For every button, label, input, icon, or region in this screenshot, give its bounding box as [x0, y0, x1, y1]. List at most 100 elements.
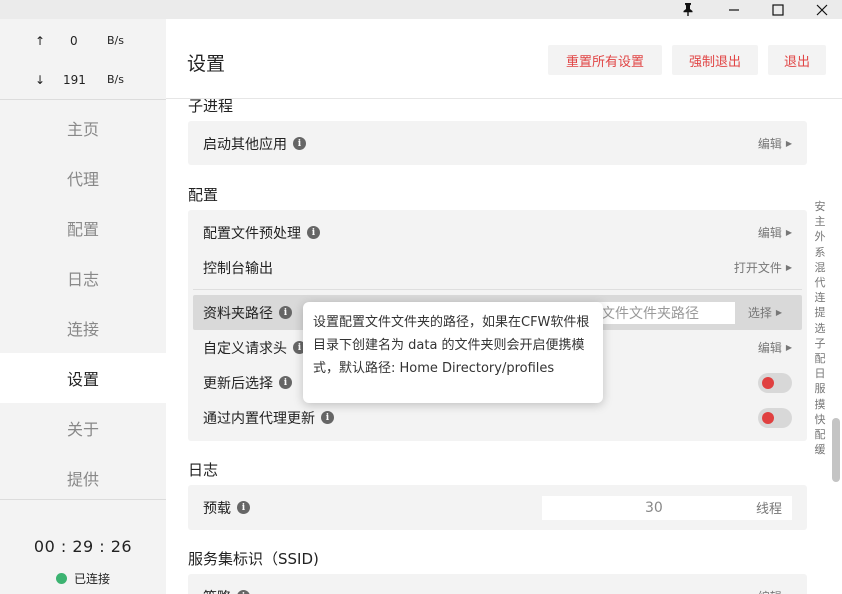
sidebar: ↑ 0 B/s ↓ 191 B/s 主页 代理 配置 日志 连接 设置 关于 提…: [0, 19, 166, 594]
ruler-index-item[interactable]: 配: [815, 351, 826, 366]
close-icon[interactable]: [802, 0, 842, 19]
setting-label: 预载: [203, 500, 231, 517]
sidebar-item-providers[interactable]: 提供: [0, 453, 166, 503]
ruler-index-item[interactable]: 主: [815, 214, 826, 229]
section-index-ruler: 安主外系混代连提选子配日服摸快配缓: [810, 199, 830, 457]
toggle-knob: [762, 376, 774, 389]
setting-label: 自定义请求头: [203, 340, 287, 357]
edit-label: 编辑: [757, 137, 782, 151]
sidebar-item-proxies[interactable]: 代理: [0, 153, 166, 203]
tooltip-text: 设置配置文件文件夹的路径，如果在CFW软件根目录下创建名为 data 的文件夹则…: [313, 315, 590, 376]
info-icon[interactable]: i: [279, 306, 292, 319]
scrollbar-thumb[interactable]: [832, 418, 840, 482]
ruler-index-item[interactable]: 子: [815, 336, 826, 351]
section-title-ssid: 服务集标识（SSID): [188, 550, 319, 568]
edit-label: 编辑: [757, 226, 782, 240]
ruler-index-item[interactable]: 快: [815, 412, 826, 427]
ruler-index-item[interactable]: 连: [815, 290, 826, 305]
ruler-index-item[interactable]: 混: [815, 260, 826, 275]
ruler-index-item[interactable]: 摸: [815, 397, 826, 412]
caret-right-icon: ▶: [785, 343, 792, 352]
edit-label: 编辑: [758, 588, 782, 594]
quit-button[interactable]: 退出: [768, 45, 826, 75]
connection-status: 已连接: [0, 570, 166, 587]
sidebar-item-connections[interactable]: 连接: [0, 303, 166, 353]
preload-threads-input[interactable]: 30 线程: [542, 495, 792, 520]
open-file-label: 打开文件: [733, 261, 782, 275]
upload-value: 0: [70, 34, 78, 48]
edit-label: 编辑: [757, 341, 782, 355]
sidebar-item-label: 主页: [66, 120, 99, 139]
setting-label: 启动其他应用: [203, 136, 287, 153]
ruler-index-item[interactable]: 代: [815, 275, 826, 290]
ruler-index-item[interactable]: 提: [815, 305, 826, 320]
edit-button[interactable]: 编辑▶: [758, 224, 792, 241]
preload-value: 30: [645, 499, 663, 516]
ruler-index-item[interactable]: 配: [815, 427, 826, 442]
download-arrow-icon: ↓: [35, 73, 46, 87]
edit-button[interactable]: 编辑▶: [758, 135, 792, 152]
sidebar-nav: 主页 代理 配置 日志 连接 设置 关于 提供: [0, 103, 166, 503]
sidebar-divider: [0, 499, 166, 500]
row-divider: [193, 289, 802, 290]
ruler-index-item[interactable]: 外: [815, 229, 826, 244]
sidebar-item-logs[interactable]: 日志: [0, 253, 166, 303]
maximize-icon[interactable]: [758, 0, 798, 19]
toggle-knob: [762, 411, 774, 424]
sidebar-divider: [0, 99, 166, 100]
info-icon[interactable]: i: [237, 590, 250, 594]
sidebar-item-settings[interactable]: 设置: [0, 353, 166, 403]
folder-path-tooltip: 设置配置文件文件夹的路径，如果在CFW软件根目录下创建名为 data 的文件夹则…: [303, 302, 603, 403]
edit-button[interactable]: 编辑▶: [758, 588, 792, 594]
ruler-index-item[interactable]: 缓: [815, 442, 826, 457]
ruler-index-item[interactable]: 系: [815, 245, 826, 260]
sidebar-item-label: 代理: [66, 170, 99, 189]
ruler-index-item[interactable]: 日: [815, 366, 826, 381]
setting-label: 通过内置代理更新: [203, 410, 315, 427]
setting-row-console-output: 控制台输出 打开文件 ▶: [188, 250, 807, 285]
minimize-icon[interactable]: [714, 0, 754, 19]
caret-right-icon: ▶: [785, 228, 792, 237]
sidebar-item-label: 日志: [66, 270, 99, 289]
pin-icon[interactable]: [668, 0, 708, 19]
sidebar-item-label: 提供: [66, 470, 99, 489]
info-icon[interactable]: i: [307, 226, 320, 239]
info-icon[interactable]: i: [321, 411, 334, 424]
setting-label: 更新后选择: [203, 375, 273, 392]
sidebar-item-about[interactable]: 关于: [0, 403, 166, 453]
info-icon[interactable]: i: [279, 376, 292, 389]
ruler-index-item[interactable]: 服: [815, 381, 826, 396]
setting-row-preload: 预载 i 30 线程: [188, 490, 807, 525]
sidebar-item-profiles[interactable]: 配置: [0, 203, 166, 253]
download-value: 191: [63, 73, 86, 87]
status-dot-icon: [55, 573, 67, 584]
info-icon[interactable]: i: [237, 501, 250, 514]
setting-label: 资料夹路径: [203, 305, 273, 322]
open-file-button[interactable]: 打开文件 ▶: [734, 259, 792, 276]
sidebar-item-label: 设置: [66, 370, 99, 389]
ruler-index-item[interactable]: 选: [815, 321, 826, 336]
select-after-update-toggle[interactable]: [758, 372, 792, 393]
reset-all-settings-button[interactable]: 重置所有设置: [548, 45, 662, 75]
upload-speed: ↑ 0 B/s: [0, 32, 166, 52]
section-title-config: 配置: [188, 186, 219, 204]
setting-row-profile-preprocess: 配置文件预处理 i 编辑 ▶: [188, 215, 807, 250]
update-via-proxy-toggle[interactable]: [758, 407, 792, 428]
setting-row-update-via-proxy: 通过内置代理更新 i: [188, 400, 807, 435]
select-button[interactable]: 选择 ▶: [748, 304, 782, 321]
connection-status-label: 已连接: [73, 572, 110, 586]
edit-button[interactable]: 编辑▶: [758, 339, 792, 356]
force-quit-button[interactable]: 强制退出: [672, 45, 758, 75]
download-unit: B/s: [107, 73, 124, 86]
info-icon[interactable]: i: [293, 137, 306, 150]
preload-unit: 线程: [755, 502, 782, 517]
caret-right-icon: ▶: [785, 263, 792, 272]
sidebar-item-label: 连接: [66, 320, 99, 339]
setting-label: 控制台输出: [203, 260, 273, 277]
ruler-index-item[interactable]: 安: [815, 199, 826, 214]
sidebar-item-home[interactable]: 主页: [0, 103, 166, 153]
child-process-card: 启动其他应用 i 编辑 ▶: [188, 121, 807, 165]
settings-header: 设置 重置所有设置 强制退出 退出: [166, 19, 842, 99]
upload-arrow-icon: ↑: [35, 34, 46, 48]
select-label: 选择: [747, 306, 772, 320]
